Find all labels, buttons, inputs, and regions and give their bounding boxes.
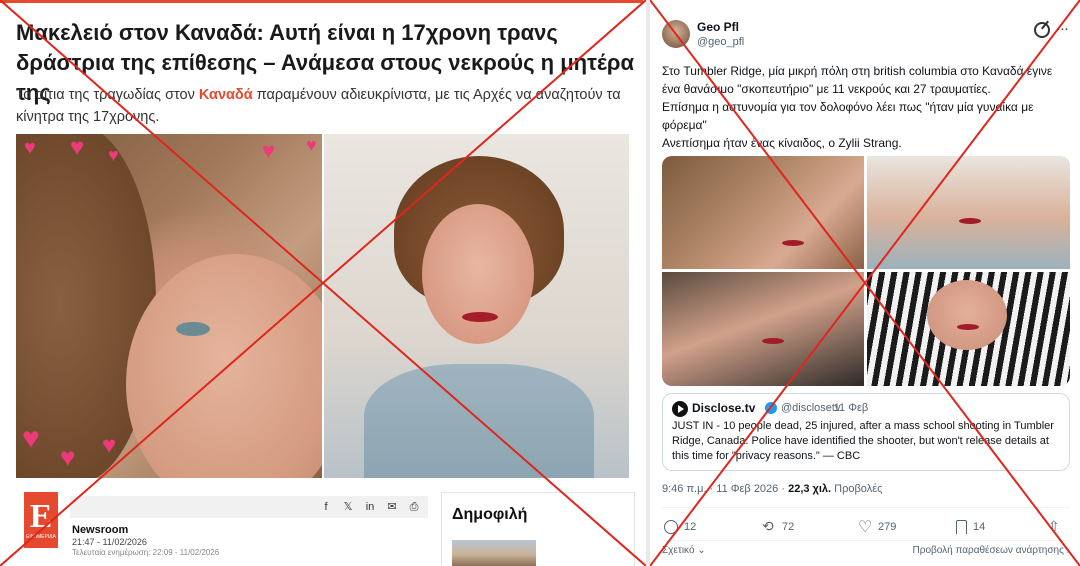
grok-icon[interactable] <box>1034 22 1050 38</box>
heart-sticker-icon: ♥ <box>108 145 119 165</box>
view-quotes-link[interactable]: Προβολή παραθέσεων ανάρτησης › <box>913 545 1070 556</box>
photo-lips <box>957 324 979 330</box>
photo-face <box>927 280 1007 350</box>
x-icon[interactable]: 𝕏 <box>342 501 354 513</box>
tweet-photo-4[interactable] <box>867 272 1070 386</box>
heart-sticker-icon: ♥ <box>24 137 36 159</box>
tweet-text-line: Στο Tumbler Ridge, μία μικρή πόλη στη br… <box>662 64 1053 96</box>
popular-title: Δημοφιλή <box>452 506 528 523</box>
divider <box>662 507 1070 508</box>
photo-lips <box>782 240 804 246</box>
print-icon[interactable]: ⎙ <box>408 501 420 513</box>
heart-sticker-icon: ♥ <box>60 442 76 472</box>
heart-icon <box>858 517 872 537</box>
heart-sticker-icon: ♥ <box>262 138 276 163</box>
logo-wordmark: ΕΦΗΜΕΡΙΔΑ <box>26 534 56 540</box>
quoted-tweet[interactable]: Disclose.tv ✓ @disclosetv · 11 Φεβ JUST … <box>662 393 1070 471</box>
tweet-views-label: Προβολές <box>831 483 883 495</box>
tweet-author-handle[interactable]: @geo_pfl <box>697 36 744 48</box>
divider <box>662 540 1070 541</box>
tweet-text-line: Ανεπίσημα ήταν ένας κίναιδος, ο Zylii St… <box>662 136 902 150</box>
tweet-timestamp[interactable]: 9:46 π.μ. · 11 Φεβ 2026 · <box>662 483 788 495</box>
article-published-time: 21:47 - 11/02/2026 <box>72 537 147 547</box>
retweet-count: 72 <box>782 521 795 533</box>
verified-badge-icon: ✓ <box>765 402 777 414</box>
reply-button[interactable]: 12 <box>664 520 696 534</box>
article-lede: Τα αίτια της τραγωδίας στον Καναδά παραμ… <box>16 84 626 128</box>
photo-eye <box>176 322 210 336</box>
facebook-icon[interactable]: f <box>320 501 332 513</box>
news-article-panel: Μακελειό στον Καναδά: Αυτή είναι η 17χρο… <box>0 0 643 566</box>
view-quotes-label: Προβολή παραθέσεων ανάρτησης <box>912 545 1064 556</box>
logo-letter: E <box>29 498 53 535</box>
reply-icon <box>664 520 678 534</box>
disclose-logo-icon <box>672 401 688 417</box>
heart-sticker-icon: ♥ <box>22 422 40 455</box>
tweet-meta: 9:46 π.μ. · 11 Φεβ 2026 · 22,3 χιλ. Προβ… <box>662 483 882 495</box>
like-count: 279 <box>878 521 897 533</box>
tweet-text-line: Επίσημα η αστυνομία για τον δολοφόνο λέε… <box>662 100 1034 132</box>
tweet-media-grid <box>662 156 1070 386</box>
quoted-text: JUST IN - 10 people dead, 25 injured, af… <box>672 420 1054 462</box>
heart-sticker-icon: ♥ <box>102 432 117 459</box>
tweet-photo-3[interactable] <box>662 272 864 386</box>
retweet-button[interactable]: 72 <box>762 518 795 535</box>
popular-thumbnail[interactable] <box>452 540 536 566</box>
bookmark-icon <box>956 520 967 534</box>
linkedin-icon[interactable]: in <box>364 501 376 513</box>
related-label: Σχετικό <box>662 545 695 556</box>
more-options-icon[interactable]: ··· <box>1056 20 1069 37</box>
retweet-icon <box>762 518 776 535</box>
lede-text-start: Τα αίτια της τραγωδίας στον <box>16 87 199 103</box>
tweet-photo-1[interactable] <box>662 156 864 269</box>
photo-face <box>422 204 534 344</box>
photo-lips <box>959 218 981 224</box>
email-icon[interactable]: ✉ <box>386 501 398 513</box>
quoted-date: · 11 Φεβ <box>827 402 869 414</box>
article-photo-right <box>324 134 629 478</box>
quoted-author-name: Disclose.tv <box>692 401 756 415</box>
article-author[interactable]: Newsroom <box>72 524 128 536</box>
article-photo-left: ♥ ♥ ♥ ♥ ♥ ♥ ♥ ♥ <box>16 134 322 478</box>
tweet-view-count: 22,3 χιλ. <box>788 483 832 495</box>
heart-sticker-icon: ♥ <box>70 134 85 161</box>
share-button[interactable] <box>1048 518 1062 535</box>
tweet-photo-2[interactable] <box>867 156 1070 269</box>
photo-lips <box>462 312 498 322</box>
share-bar: f 𝕏 in ✉ ⎙ <box>70 496 428 518</box>
reply-count: 12 <box>684 521 697 533</box>
bookmark-count: 14 <box>973 521 986 533</box>
lede-keyword-link[interactable]: Καναδά <box>199 87 253 103</box>
photo-clothing <box>364 364 594 478</box>
photo-lips <box>762 338 784 344</box>
related-dropdown[interactable]: Σχετικό ⌄ <box>662 545 706 556</box>
avatar[interactable] <box>662 20 690 48</box>
top-accent-line <box>0 0 643 3</box>
tweet-panel: Geo Pfl @geo_pfl ··· Στο Tumbler Ridge, … <box>650 0 1080 566</box>
article-updated-time: Τελευταία ενημέρωση: 22:09 - 11/02/2026 <box>72 548 220 557</box>
like-button[interactable]: 279 <box>858 517 897 537</box>
site-logo[interactable]: E ΕΦΗΜΕΡΙΔΑ <box>24 492 58 548</box>
tweet-author-name[interactable]: Geo Pfl <box>697 20 739 34</box>
tweet-text: Στο Tumbler Ridge, μία μικρή πόλη στη br… <box>662 62 1070 152</box>
heart-sticker-icon: ♥ <box>306 135 317 155</box>
share-icon <box>1048 518 1062 535</box>
bookmark-button[interactable]: 14 <box>956 520 985 534</box>
